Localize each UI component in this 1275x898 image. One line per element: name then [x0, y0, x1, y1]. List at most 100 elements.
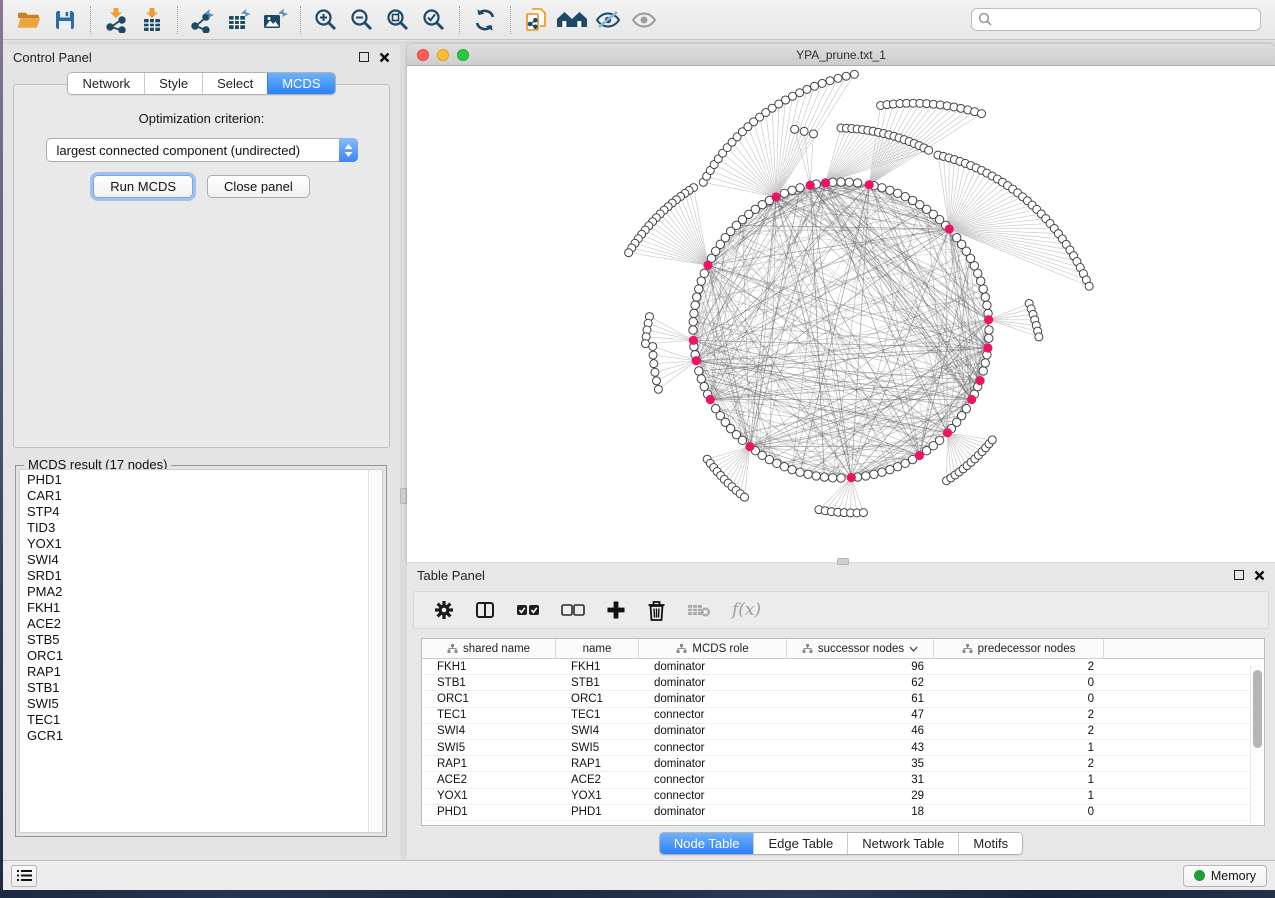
network-node[interactable]	[837, 178, 845, 186]
network-node[interactable]	[978, 110, 986, 118]
mcds-result-item[interactable]: SRD1	[20, 568, 368, 584]
network-node[interactable]	[697, 277, 705, 285]
network-node[interactable]	[878, 468, 886, 476]
float-panel-icon[interactable]	[1234, 570, 1244, 580]
network-node[interactable]	[649, 342, 657, 350]
close-panel-icon[interactable]	[379, 52, 390, 63]
tab-edge-table[interactable]: Edge Table	[753, 833, 847, 854]
zoom-out-button[interactable]	[344, 4, 380, 36]
network-node[interactable]	[796, 89, 804, 97]
mcds-result-item[interactable]: ACE2	[20, 616, 368, 632]
network-node[interactable]	[788, 186, 796, 194]
search-input[interactable]	[971, 8, 1261, 31]
function-builder-button[interactable]: f(x)	[732, 600, 761, 620]
dominator-node[interactable]	[806, 181, 815, 190]
tab-node-table[interactable]: Node Table	[660, 833, 754, 854]
float-panel-icon[interactable]	[359, 52, 369, 62]
mcds-result-item[interactable]: PHD1	[20, 472, 368, 488]
network-node[interactable]	[812, 472, 820, 480]
network-node[interactable]	[820, 473, 828, 481]
tab-mcds[interactable]: MCDS	[267, 73, 334, 94]
network-node[interactable]	[1035, 333, 1043, 341]
delete-table-button[interactable]	[687, 602, 711, 618]
network-node[interactable]	[842, 72, 850, 80]
network-node[interactable]	[925, 146, 933, 154]
dominator-node[interactable]	[689, 336, 698, 345]
network-window-titlebar[interactable]: YPA_prune.txt_1	[407, 44, 1275, 66]
column-header-name[interactable]: name	[556, 639, 639, 658]
network-node[interactable]	[981, 293, 989, 301]
horizontal-splitter-grabber[interactable]	[837, 558, 849, 565]
table-scrollbar-thumb[interactable]	[1253, 670, 1262, 748]
network-node[interactable]	[818, 79, 826, 87]
network-node[interactable]	[878, 184, 886, 192]
dominator-node[interactable]	[865, 180, 874, 189]
network-node[interactable]	[837, 474, 845, 482]
mcds-result-item[interactable]: FKH1	[20, 600, 368, 616]
network-node[interactable]	[988, 436, 996, 444]
tab-style[interactable]: Style	[144, 73, 202, 94]
create-column-button[interactable]	[606, 600, 626, 620]
run-mcds-button[interactable]: Run MCDS	[93, 175, 193, 198]
mcds-result-item[interactable]: TID3	[20, 520, 368, 536]
dominator-node[interactable]	[943, 428, 952, 437]
network-node[interactable]	[691, 301, 699, 309]
network-node[interactable]	[689, 326, 697, 334]
select-all-columns-button[interactable]	[516, 603, 540, 617]
criterion-dropdown[interactable]: largest connected component (undirected)	[46, 138, 358, 162]
new-network-from-selection-button[interactable]	[518, 4, 554, 36]
network-node[interactable]	[796, 184, 804, 192]
network-node[interactable]	[697, 375, 705, 383]
column-header-successor-nodes[interactable]: successor nodes	[787, 639, 934, 658]
table-row[interactable]: RAP1RAP1dominator352	[422, 756, 1264, 772]
column-header-shared-name[interactable]: shared name	[422, 639, 556, 658]
export-network-button[interactable]	[185, 4, 221, 36]
dominator-node[interactable]	[745, 442, 754, 451]
table-row[interactable]: ORC1ORC1dominator610	[422, 691, 1264, 707]
network-node[interactable]	[809, 130, 817, 138]
import-table-button[interactable]	[134, 4, 170, 36]
tab-motifs[interactable]: Motifs	[958, 833, 1022, 854]
mcds-list-scrollbar[interactable]	[368, 470, 382, 832]
network-node[interactable]	[962, 405, 970, 413]
export-table-button[interactable]	[221, 4, 257, 36]
table-row[interactable]: YOX1YOX1connector291	[422, 789, 1264, 805]
network-node[interactable]	[953, 234, 961, 242]
splitter-grabber[interactable]	[400, 488, 407, 504]
table-row[interactable]: FKH1FKH1dominator962	[422, 659, 1264, 675]
dominator-node[interactable]	[821, 178, 830, 187]
network-node[interactable]	[796, 468, 804, 476]
network-node[interactable]	[741, 493, 749, 501]
tab-select[interactable]: Select	[202, 73, 267, 94]
zoom-in-button[interactable]	[308, 4, 344, 36]
network-node[interactable]	[886, 186, 894, 194]
network-node[interactable]	[804, 470, 812, 478]
network-node[interactable]	[845, 178, 853, 186]
mcds-result-item[interactable]: PMA2	[20, 584, 368, 600]
network-node[interactable]	[862, 472, 870, 480]
column-header-predecessor-nodes[interactable]: predecessor nodes	[934, 639, 1104, 658]
tab-network[interactable]: Network	[68, 73, 144, 94]
panel-menu-button[interactable]	[11, 865, 37, 887]
unselect-all-columns-button[interactable]	[561, 603, 585, 617]
network-node[interactable]	[1085, 282, 1093, 290]
mcds-result-item[interactable]: STB1	[20, 680, 368, 696]
network-node[interactable]	[780, 463, 788, 471]
save-session-button[interactable]	[47, 4, 83, 36]
mcds-result-item[interactable]: ORC1	[20, 648, 368, 664]
network-node[interactable]	[800, 127, 808, 135]
import-network-button[interactable]	[98, 4, 134, 36]
network-node[interactable]	[985, 326, 993, 334]
dominator-node[interactable]	[967, 395, 976, 404]
dominator-node[interactable]	[984, 315, 993, 324]
dominator-node[interactable]	[772, 192, 781, 201]
mcds-result-item[interactable]: GCR1	[20, 728, 368, 744]
network-node[interactable]	[979, 367, 987, 375]
network-node[interactable]	[693, 293, 701, 301]
mcds-result-item[interactable]: STP4	[20, 504, 368, 520]
network-node[interactable]	[695, 285, 703, 293]
memory-button[interactable]: Memory	[1183, 865, 1267, 887]
network-node[interactable]	[853, 179, 861, 187]
network-node[interactable]	[983, 301, 991, 309]
dominator-node[interactable]	[975, 376, 984, 385]
